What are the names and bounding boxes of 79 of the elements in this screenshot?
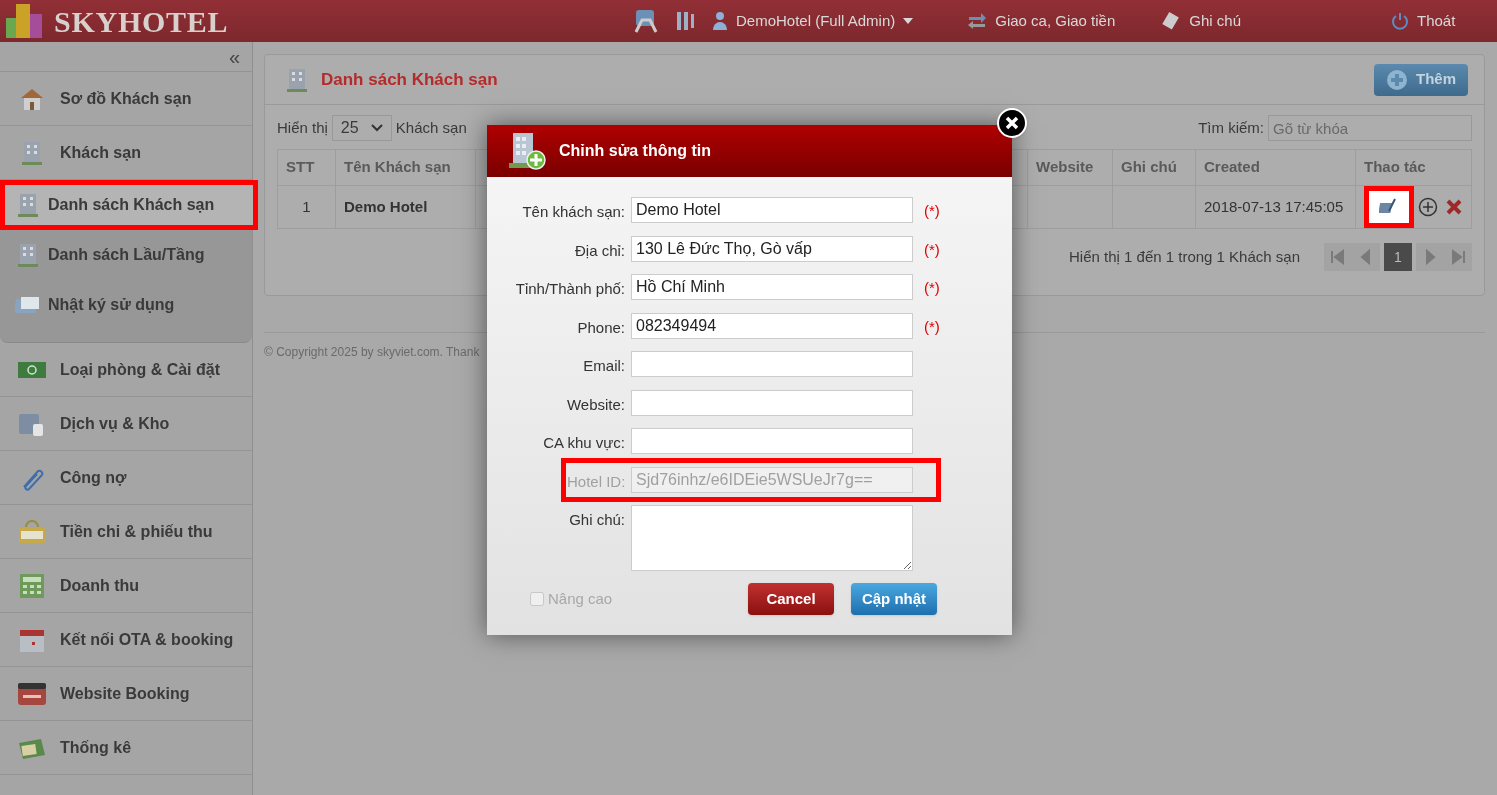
field-label: Tỉnh/Thành phố: [514,279,626,299]
columns-icon[interactable] [676,11,696,31]
dialog-title: Chỉnh sửa thông tin [559,141,711,161]
sidebar-item[interactable]: Công nợ [0,451,252,505]
column-header: Website [1027,149,1113,186]
submenu-item[interactable]: Danh sách Khách sạn [0,180,258,230]
required-mark: (*) [924,239,940,260]
text-field: Sjd76inhz/e6IDEie5WSUeJr7g== [631,466,913,493]
pencil-paper-icon [1379,198,1399,216]
text-field[interactable]: Demo Hotel [631,197,913,223]
table-cell: 2018-07-13 17:45:05 [1195,185,1356,229]
sidebar-item[interactable]: Tiền chi & phiếu thu [0,505,252,559]
column-header: Ghi chú [1112,149,1196,186]
user-menu[interactable]: DemoHotel (Full Admin) [712,9,914,33]
column-header: Thao tác [1355,149,1472,186]
field-label: Ghi chú: [568,510,626,530]
last-page-icon[interactable] [1444,243,1472,271]
column-header: Created [1195,149,1356,186]
field-label: Hotel ID: [567,471,627,492]
sidebar-item[interactable]: Kết nối OTA & booking [0,613,252,667]
add-circle-icon[interactable] [1418,197,1438,217]
swap-arrows-icon [967,12,988,30]
submenu-item[interactable]: Danh sách Lầu/Tầng [0,230,252,280]
text-field[interactable]: 082349494 [631,312,913,339]
text-field[interactable] [631,389,913,416]
show-label: Hiển thị [277,117,328,138]
add-button[interactable]: Thêm [1374,63,1468,96]
first-page-icon[interactable] [1324,243,1352,271]
pagination-info: Hiển thị 1 đến 1 trong 1 Khách sạn [1069,246,1300,267]
field-label: Website: [565,394,626,415]
chevron-down-icon [370,124,383,132]
notes-field[interactable] [631,505,913,571]
previous-page-icon[interactable] [1352,243,1380,271]
close-icon [1005,116,1019,130]
header-link[interactable]: Giao ca, Giao tiền [967,9,1116,33]
column-header: Tên Khách sạn [335,149,476,186]
sidebar-item[interactable]: Website Booking [0,667,252,721]
delete-icon[interactable] [1446,199,1462,215]
header-link[interactable]: Ghi chú [1161,9,1241,33]
sidebar-item[interactable]: Doanh thu [0,559,252,613]
table-cell: 1 [277,185,336,229]
text-field[interactable] [631,351,913,377]
keycard-icon[interactable] [632,8,660,34]
column-header: STT [277,149,336,186]
user-icon [712,11,728,31]
text-field[interactable] [631,428,913,454]
cancel-button[interactable]: Cancel [748,583,834,615]
sidebar-item[interactable]: Thống kê [0,721,252,775]
field-label: Tên khách sạn: [521,202,626,222]
caret-icon [903,18,914,24]
unit-label: Khách sạn [395,117,467,138]
collapse-button[interactable]: « [228,46,240,67]
plus-icon [1386,68,1408,91]
field-label: CA khu vực: [542,433,626,453]
checkbox-label: Nâng cao [548,588,613,609]
sidebar-item[interactable]: Sơ đồ Khách sạn [0,72,252,126]
panel-title: Danh sách Khách sạn [321,68,498,91]
browser-window-icon [16,680,48,707]
power-icon [1391,12,1409,30]
field-label: Địa chỉ: [573,240,626,261]
edit-button[interactable] [1364,186,1414,228]
text-field[interactable]: 130 Lê Đức Thọ, Gò vấp [631,235,913,262]
update-button[interactable]: Cập nhật [851,583,937,615]
sidebar-item[interactable]: Loại phòng & Cài đặt [0,343,252,397]
text-field[interactable]: Hồ Chí Minh [631,274,913,300]
app-logo-text: SKYHOTEL [54,3,229,40]
submenu-item[interactable]: Nhật ký sử dụng [0,280,252,330]
required-mark: (*) [924,278,940,298]
next-page-icon[interactable] [1416,243,1444,271]
page-button[interactable]: 1 [1384,243,1412,271]
sidebar-item[interactable]: Dịch vụ & Kho [0,397,252,451]
search-field[interactable]: Gõ từ khóa [1268,115,1472,141]
search-label: Tìm kiếm: [1198,117,1264,138]
bag-icon [16,518,48,545]
required-mark: (*) [924,201,940,221]
page-size-select[interactable]: 25 [331,115,392,141]
header-link[interactable]: Thoát [1391,9,1456,33]
table-cell: Demo Hotel [335,185,476,229]
building-add-icon [507,131,547,171]
